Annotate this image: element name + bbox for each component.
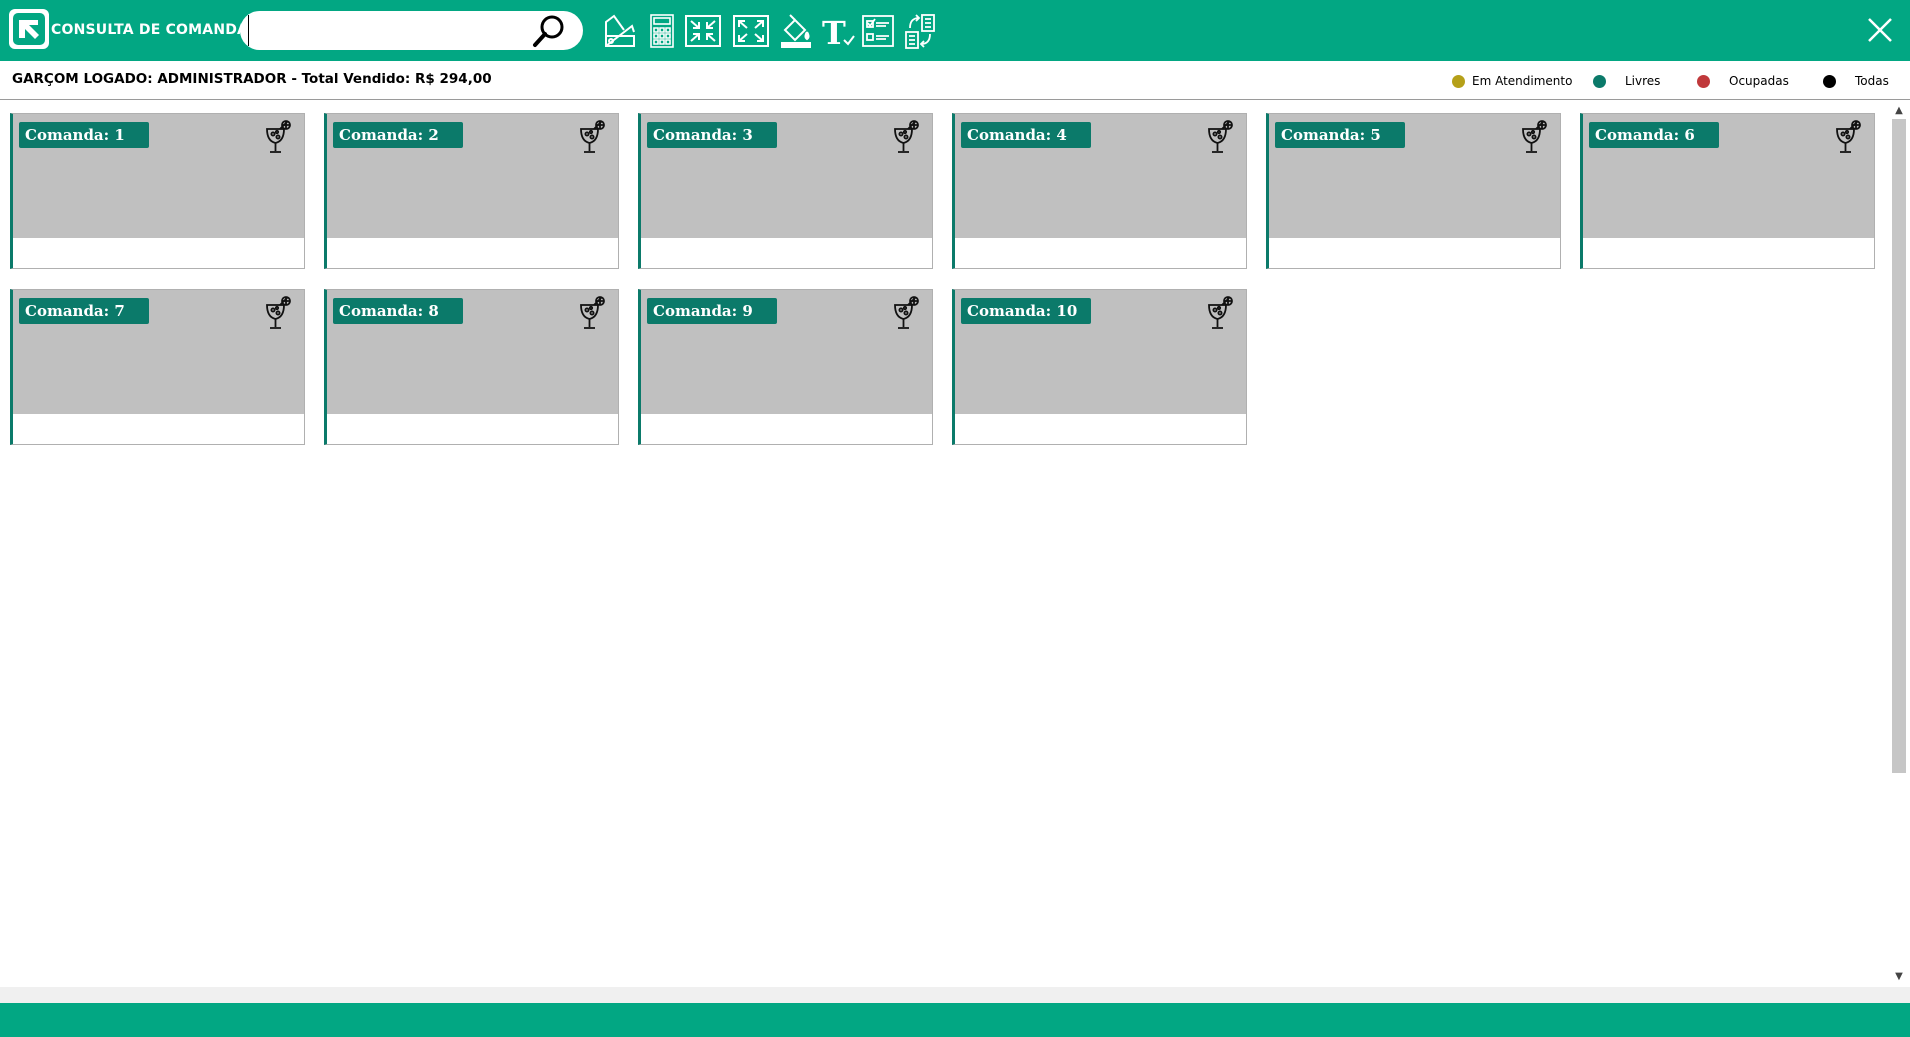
comanda-card-body: Comanda: 9 [641, 290, 932, 414]
comandas-grid: Comanda: 1 Comanda: 2 Comanda: 3 Comanda: 4… [0, 101, 1888, 987]
comanda-card[interactable]: Comanda: 7 [10, 289, 305, 445]
app-logo-arrow-icon [13, 13, 45, 45]
expand-button[interactable] [732, 12, 769, 50]
cocktail-glass [262, 295, 292, 331]
cocktail-glass [1204, 295, 1234, 331]
comanda-card-body: Comanda: 6 [1583, 114, 1874, 238]
cocktail-glass-icon [1836, 120, 1861, 153]
search-box [240, 11, 583, 50]
legend-label: Livres [1625, 74, 1661, 88]
cocktail-glass-icon [266, 120, 291, 153]
cocktail-glass-icon [1522, 120, 1547, 153]
cocktail-glass [1832, 119, 1862, 155]
expand-icon [733, 15, 769, 47]
search-label: CONSULTA DE COMANDAS: [51, 22, 265, 38]
comanda-card[interactable]: Comanda: 8 [324, 289, 619, 445]
transfer-icon [905, 14, 935, 49]
comanda-card[interactable]: Comanda: 1 [10, 113, 305, 269]
comanda-card-body: Comanda: 3 [641, 114, 932, 238]
comanda-label: Comanda: 1 [19, 122, 149, 148]
comanda-label: Comanda: 5 [1275, 122, 1405, 148]
svg-text:T: T [822, 14, 846, 50]
comanda-label: Comanda: 6 [1589, 122, 1719, 148]
search-icon [533, 15, 564, 47]
calculator-icon [650, 14, 674, 48]
cocktail-glass [576, 295, 606, 331]
cocktail-glass [890, 295, 920, 331]
comanda-card-body: Comanda: 10 [955, 290, 1246, 414]
cocktail-glass-icon [266, 296, 291, 329]
legend-em-atendimento[interactable]: Em Atendimento [1452, 74, 1572, 88]
comanda-card-body: Comanda: 5 [1269, 114, 1560, 238]
text-size-button[interactable]: T [820, 12, 856, 52]
info-bar: GARÇOM LOGADO: ADMINISTRADOR - Total Ven… [0, 61, 1910, 100]
cocktail-glass [890, 119, 920, 155]
cocktail-glass-icon [580, 296, 605, 329]
comanda-card[interactable]: Comanda: 10 [952, 289, 1247, 445]
comanda-label: Comanda: 7 [19, 298, 149, 324]
checklist-button[interactable] [860, 12, 896, 50]
cocktail-glass-icon [1208, 120, 1233, 153]
scroll-down-arrow[interactable]: ▼ [1888, 969, 1910, 985]
close-icon [1868, 18, 1892, 42]
cocktail-glass [262, 119, 292, 155]
comanda-card[interactable]: Comanda: 6 [1580, 113, 1875, 269]
comanda-card[interactable]: Comanda: 2 [324, 113, 619, 269]
comanda-label: Comanda: 4 [961, 122, 1091, 148]
legend-label: Em Atendimento [1472, 74, 1573, 88]
comanda-label: Comanda: 9 [647, 298, 777, 324]
waiter-total-text: GARÇOM LOGADO: ADMINISTRADOR - Total Ven… [12, 71, 492, 87]
comanda-label: Comanda: 2 [333, 122, 463, 148]
fill-color-button[interactable] [778, 12, 814, 50]
comanda-card[interactable]: Comanda: 9 [638, 289, 933, 445]
palette-button[interactable] [602, 12, 638, 50]
legend-dot [1697, 74, 1710, 88]
comanda-label: Comanda: 8 [333, 298, 463, 324]
comanda-card-body: Comanda: 2 [327, 114, 618, 238]
cocktail-glass-icon [1208, 296, 1233, 329]
cocktail-glass-icon [894, 120, 919, 153]
comanda-card[interactable]: Comanda: 4 [952, 113, 1247, 269]
cocktail-glass [576, 119, 606, 155]
footer-gap [0, 987, 1910, 1003]
close-button[interactable] [1864, 14, 1896, 46]
legend-dot [1823, 74, 1836, 88]
comanda-label: Comanda: 3 [647, 122, 777, 148]
legend-ocupadas[interactable]: Ocupadas [1697, 74, 1789, 88]
search-button[interactable] [531, 14, 567, 48]
legend-label: Todas [1855, 74, 1889, 88]
search-input[interactable] [248, 15, 528, 46]
calculator-button[interactable] [644, 12, 680, 50]
transfer-button[interactable] [902, 12, 938, 50]
legend-dot [1593, 74, 1606, 88]
fill-color-icon [781, 14, 811, 48]
comanda-card[interactable]: Comanda: 3 [638, 113, 933, 269]
comanda-label: Comanda: 10 [961, 298, 1091, 324]
cocktail-glass [1204, 119, 1234, 155]
legend-todas[interactable]: Todas [1823, 74, 1889, 88]
legend-dot [1452, 74, 1465, 88]
vertical-scrollbar[interactable]: ▲ ▼ [1888, 101, 1910, 987]
collapse-icon [685, 15, 721, 47]
top-toolbar: CONSULTA DE COMANDAS: T [0, 0, 1910, 61]
scroll-thumb[interactable] [1892, 119, 1906, 773]
legend-livres[interactable]: Livres [1593, 74, 1660, 88]
cocktail-glass [1518, 119, 1548, 155]
comanda-card-body: Comanda: 7 [13, 290, 304, 414]
app-logo [9, 9, 49, 49]
legend-label: Ocupadas [1729, 74, 1789, 88]
scroll-up-arrow[interactable]: ▲ [1888, 103, 1910, 119]
cocktail-glass-icon [580, 120, 605, 153]
comanda-card-body: Comanda: 8 [327, 290, 618, 414]
comanda-card[interactable]: Comanda: 5 [1266, 113, 1561, 269]
comanda-card-body: Comanda: 4 [955, 114, 1246, 238]
palette-icon [605, 14, 635, 47]
collapse-button[interactable] [684, 12, 721, 50]
text-size-icon: T [822, 14, 855, 52]
bottom-bar [0, 1003, 1910, 1037]
comanda-card-body: Comanda: 1 [13, 114, 304, 238]
cocktail-glass-icon [894, 296, 919, 329]
checklist-icon [862, 15, 894, 47]
